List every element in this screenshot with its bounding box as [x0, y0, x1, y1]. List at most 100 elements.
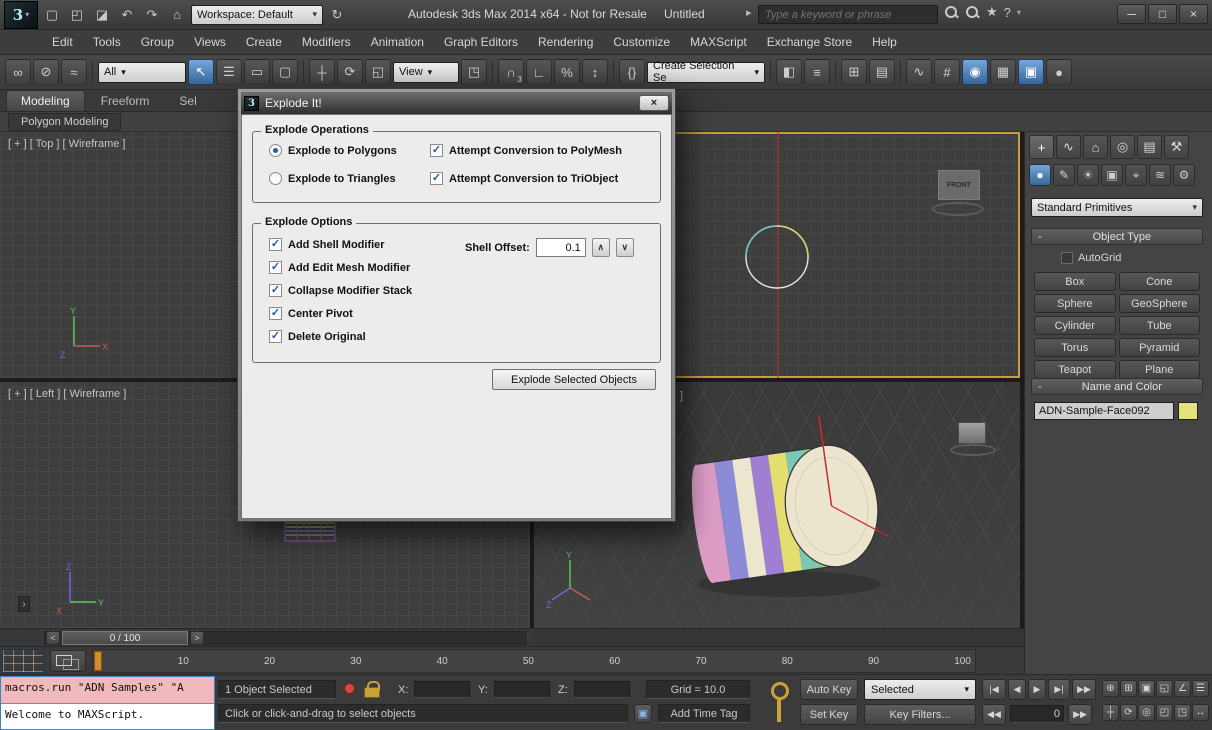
tube-button[interactable]: Tube [1118, 316, 1200, 335]
undo-icon[interactable]: ↶ [116, 4, 138, 26]
percent-snap-icon[interactable]: % [554, 59, 580, 85]
select-and-scale-icon[interactable]: ◱ [365, 59, 391, 85]
zoom-icon[interactable]: ⊕ [1102, 680, 1119, 697]
select-and-link-icon[interactable]: ∞ [5, 59, 31, 85]
tab-modeling[interactable]: Modeling [6, 90, 85, 111]
maximize-viewport-icon[interactable]: ◰ [1156, 704, 1173, 721]
plane-button[interactable]: Plane [1118, 360, 1200, 379]
play-button[interactable]: ▶ [1028, 679, 1046, 700]
current-frame-field[interactable] [1010, 705, 1064, 723]
render-production-icon[interactable]: ● [1046, 59, 1072, 85]
schematic-view-icon[interactable]: # [934, 59, 960, 85]
set-key-button[interactable]: Set Key [800, 704, 858, 725]
rectangular-selection-region-icon[interactable]: ▭ [244, 59, 270, 85]
search-input[interactable] [758, 5, 938, 24]
align-icon[interactable]: ≡ [804, 59, 830, 85]
display-tab-icon[interactable]: ▤ [1137, 135, 1162, 159]
spin-down-button[interactable]: ∨ [615, 238, 634, 257]
listener-macro-line[interactable]: macros.run "ADN Samples" "A [1, 677, 214, 704]
menu-group[interactable]: Group [131, 30, 184, 54]
menu-customize[interactable]: Customize [603, 30, 680, 54]
add-time-tag[interactable]: Add Time Tag [658, 704, 750, 723]
redo-icon[interactable]: ↷ [141, 4, 163, 26]
menu-tools[interactable]: Tools [83, 30, 131, 54]
angle-snap-icon[interactable]: ∟ [526, 59, 552, 85]
menu-animation[interactable]: Animation [361, 30, 434, 54]
ribbon-toggle-icon[interactable]: ▤ [869, 59, 895, 85]
menu-maxscript[interactable]: MAXScript [680, 30, 757, 54]
key-mode-dropdown[interactable]: Selected ▾ [864, 679, 976, 700]
viewport-top-label[interactable]: [ + ] [ Top ] [ Wireframe ] [8, 138, 125, 150]
maxscript-mini-listener[interactable]: macros.run "ADN Samples" "A Welcome to M… [0, 676, 215, 730]
window-crossing-icon[interactable]: ▢ [272, 59, 298, 85]
view-cube[interactable] [958, 422, 986, 444]
tab-selection[interactable]: Sel [165, 91, 210, 111]
pan-icon[interactable]: ┼ [1102, 704, 1119, 721]
select-by-name-icon[interactable]: ☰ [216, 59, 242, 85]
explode-selected-objects-button[interactable]: Explode Selected Objects [492, 369, 656, 390]
zoom-all-icon[interactable]: ⊞ [1120, 680, 1137, 697]
cylinder-button[interactable]: Cylinder [1034, 316, 1116, 335]
listener-welcome-line[interactable]: Welcome to MAXScript. [1, 704, 214, 729]
selection-lock-icon[interactable] [364, 681, 380, 698]
shell-offset-field[interactable] [535, 238, 586, 257]
render-setup-icon[interactable]: ▦ [990, 59, 1016, 85]
favorites-star-icon[interactable]: ★ [986, 4, 998, 20]
pan-horizontal-icon[interactable]: ↔ [1192, 704, 1209, 721]
select-object-icon[interactable]: ↖ [188, 59, 214, 85]
mini-listener-grid-icon[interactable] [2, 649, 44, 673]
search-icon[interactable] [944, 5, 959, 20]
viewport-left-label[interactable]: [ + ] [ Left ] [ Wireframe ] [8, 388, 126, 400]
minimize-button[interactable]: ─ [1117, 4, 1146, 24]
cone-button[interactable]: Cone [1118, 272, 1200, 291]
spinner-snap-icon[interactable]: ↕ [582, 59, 608, 85]
menu-edit[interactable]: Edit [42, 30, 83, 54]
next-frame-button[interactable]: ▶▶ [1068, 704, 1092, 725]
menu-exchange-store[interactable]: Exchange Store [757, 30, 862, 54]
snaps-toggle-icon[interactable]: ∩ 3 [498, 59, 524, 85]
open-file-icon[interactable]: ◰ [66, 4, 88, 26]
helpers-category-icon[interactable]: ⌖ [1125, 164, 1147, 186]
manage-layers-icon[interactable]: ⊞ [841, 59, 867, 85]
menu-modifiers[interactable]: Modifiers [292, 30, 361, 54]
auto-key-button[interactable]: Auto Key [800, 679, 858, 700]
edit-named-selection-sets-icon[interactable]: {} [619, 59, 645, 85]
explode-to-polygons-radio[interactable] [269, 144, 282, 157]
y-coordinate-field[interactable] [494, 681, 550, 698]
prev-frame-arrow[interactable]: < [46, 631, 60, 645]
unlink-selection-icon[interactable]: ⊘ [33, 59, 59, 85]
bind-to-space-warp-icon[interactable]: ≈ [61, 59, 87, 85]
previous-frame-button[interactable]: ◀◀ [982, 704, 1006, 725]
tab-freeform[interactable]: Freeform [87, 91, 164, 111]
expand-arrow-icon[interactable]: ▸ [746, 6, 752, 19]
time-slider-handle[interactable]: 0 / 100 [62, 631, 188, 645]
pyramid-button[interactable]: Pyramid [1118, 338, 1200, 357]
key-filters-button[interactable]: Key Filters... [864, 704, 976, 725]
box-button[interactable]: Box [1034, 272, 1116, 291]
next-key-button[interactable]: ▶| [1048, 679, 1070, 700]
hierarchy-tab-icon[interactable]: ⌂ [1083, 135, 1108, 159]
workspace-dropdown[interactable]: Workspace: Default ▾ [191, 4, 323, 25]
next-frame-arrow[interactable]: > [190, 631, 204, 645]
convert-polymesh-checkbox[interactable]: ✓ [430, 144, 443, 157]
name-and-color-rollout[interactable]: - Name and Color [1031, 378, 1203, 395]
view-cube-ring[interactable] [950, 444, 996, 456]
geometry-category-icon[interactable]: ● [1029, 164, 1051, 186]
motion-tab-icon[interactable]: ◎ [1110, 135, 1135, 159]
menu-views[interactable]: Views [184, 30, 236, 54]
orbit-icon[interactable]: ⟳ [1120, 704, 1137, 721]
curve-editor-icon[interactable]: ∿ [906, 59, 932, 85]
help-chevron-icon[interactable]: ▾ [1017, 8, 1021, 17]
go-to-start-button[interactable]: |◀ [982, 679, 1006, 700]
help-icon[interactable]: ? [1004, 5, 1011, 20]
shapes-category-icon[interactable]: ✎ [1053, 164, 1075, 186]
space-warps-category-icon[interactable]: ≋ [1149, 164, 1171, 186]
create-tab-icon[interactable]: + [1029, 135, 1054, 159]
pin-icon[interactable] [344, 683, 355, 694]
zoom-extents-icon[interactable]: ▣ [1138, 680, 1155, 697]
menu-create[interactable]: Create [236, 30, 292, 54]
save-file-icon[interactable]: ◪ [91, 4, 113, 26]
z-coordinate-field[interactable] [574, 681, 630, 698]
viewport-persp-label-fragment[interactable]: ] [680, 390, 683, 402]
app-logo-icon[interactable]: 3 ▾ [4, 0, 38, 29]
